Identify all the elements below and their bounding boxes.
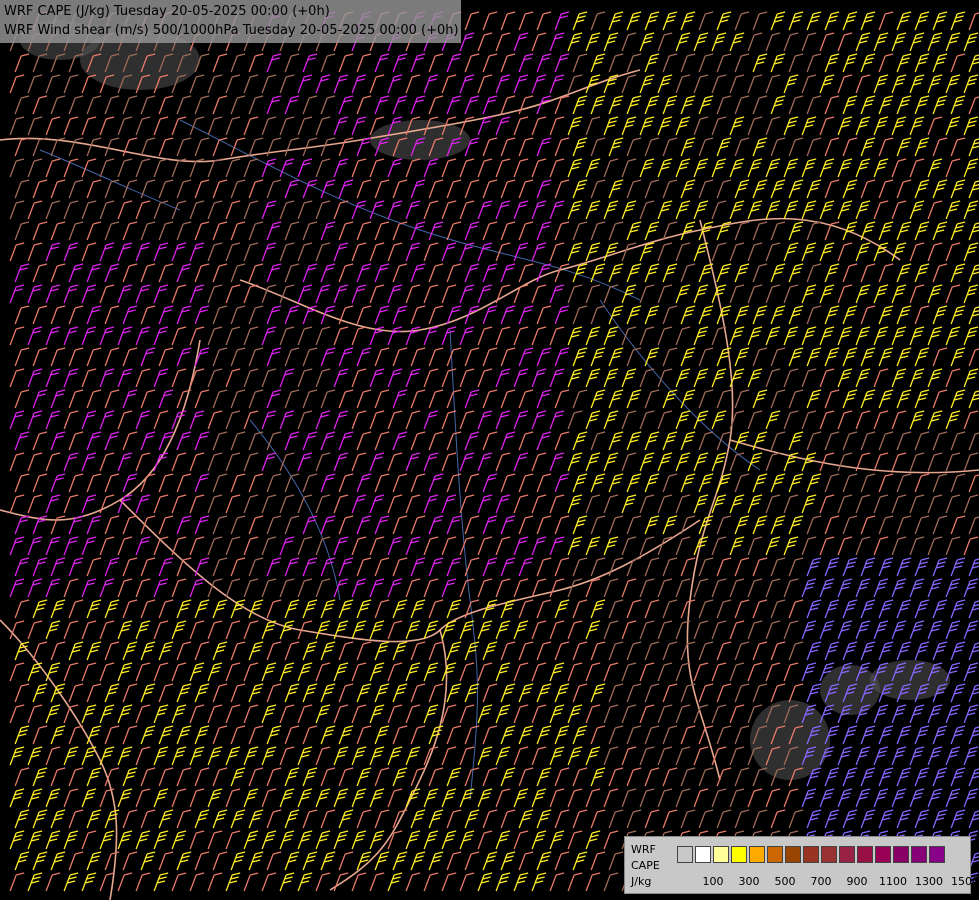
legend-label-wrf: WRF bbox=[631, 843, 656, 856]
legend-tick-label: 1500 bbox=[951, 875, 979, 888]
legend-swatch bbox=[893, 846, 909, 863]
legend-swatch bbox=[695, 846, 711, 863]
legend-swatch bbox=[677, 846, 693, 863]
legend-tick-label: 1300 bbox=[915, 875, 943, 888]
map-title-box: WRF CAPE (J/kg) Tuesday 20-05-2025 00:00… bbox=[0, 0, 461, 43]
legend-swatch bbox=[785, 846, 801, 863]
legend-tick-label: 700 bbox=[810, 875, 832, 888]
legend-swatch bbox=[875, 846, 891, 863]
legend-swatch bbox=[767, 846, 783, 863]
legend-swatch bbox=[803, 846, 819, 863]
weather-map bbox=[0, 0, 979, 900]
legend-swatch bbox=[713, 846, 729, 863]
map-title-shear: WRF Wind shear (m/s) 500/1000hPa Tuesday… bbox=[4, 23, 459, 38]
legend-tick-label: 500 bbox=[774, 875, 796, 888]
legend-label-unit: J/kg bbox=[631, 875, 652, 888]
map-title-cape: WRF CAPE (J/kg) Tuesday 20-05-2025 00:00… bbox=[4, 4, 330, 19]
legend-tick-label: 900 bbox=[846, 875, 868, 888]
legend-swatch bbox=[857, 846, 873, 863]
legend-tick-label: 300 bbox=[738, 875, 760, 888]
legend-label-cape: CAPE bbox=[631, 859, 660, 872]
legend-swatch bbox=[839, 846, 855, 863]
legend-swatch bbox=[821, 846, 837, 863]
legend-swatch bbox=[749, 846, 765, 863]
legend-swatch bbox=[911, 846, 927, 863]
cape-legend: WRF CAPE J/kg 100 300 500 700 900 1100 1300 150… bbox=[624, 836, 979, 894]
legend-tick-label: 100 bbox=[702, 875, 724, 888]
legend-swatch bbox=[731, 846, 747, 863]
legend-swatch bbox=[929, 846, 945, 863]
legend-tick-label: 1100 bbox=[879, 875, 907, 888]
